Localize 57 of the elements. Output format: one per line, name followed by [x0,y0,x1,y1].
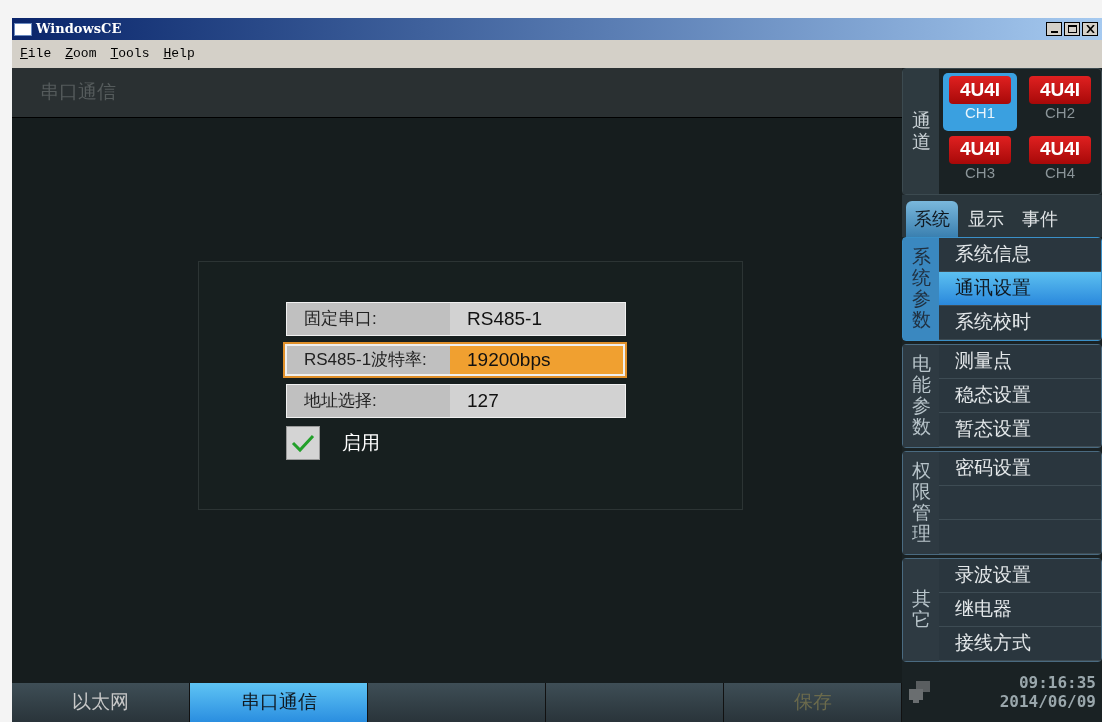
menu-item[interactable]: Tools [110,44,150,64]
clock-date: 2014/06/09 [999,692,1096,711]
checkmark-icon [291,433,315,453]
channel-button[interactable]: 4U4I CH3 [943,132,1017,190]
menu-list-item[interactable]: 通讯设置 [939,272,1101,306]
channel-badge: 4U4I [1029,135,1091,164]
tab[interactable]: 事件 [1014,201,1066,237]
window-icon [14,22,32,36]
field-label: 固定串口: [304,308,377,331]
channel-sidebar-label: 通道 [903,69,939,194]
maximize-button[interactable] [1064,22,1080,36]
bottom-tab[interactable]: 以太网 [12,683,190,722]
menu-list-item[interactable]: 系统校时 [939,306,1101,340]
channel-button[interactable]: 4U4I CH4 [1023,132,1097,190]
group-label: 系统参数 [903,238,939,340]
menu-list-item[interactable]: 测量点 [939,345,1101,379]
form-row[interactable]: RS485-1波特率: 19200bps [283,342,627,378]
group-label: 权限管理 [903,452,939,554]
field-label: RS485-1波特率: [304,349,427,372]
form-row[interactable]: 固定串口: RS485-1 [286,302,626,336]
channel-name: CH4 [1045,163,1075,182]
field-value: 19200bps [467,347,551,372]
channel-button[interactable]: 4U4I CH2 [1023,73,1097,131]
group-label: 其它 [903,559,939,661]
menu-list-item[interactable]: 稳态设置 [939,379,1101,413]
form-row[interactable]: 地址选择: 127 [286,384,626,418]
field-value: 127 [467,388,499,413]
channel-name: CH2 [1045,104,1075,122]
menu-item[interactable]: Help [163,44,195,64]
channel-badge: 4U4I [949,135,1011,164]
network-icon [908,680,932,704]
menu-item[interactable]: Zoom [65,44,97,64]
channel-badge: 4U4I [949,76,1011,104]
minimize-button[interactable] [1046,22,1062,36]
channel-name: CH1 [965,104,995,122]
group-label: 电能参数 [903,345,939,447]
checkbox[interactable] [286,426,320,460]
bottom-tab[interactable] [368,683,546,722]
field-label: 地址选择: [304,390,377,413]
menu-item[interactable]: File [20,44,52,64]
window-title: WindowsCE [36,20,122,39]
menu-list-item[interactable]: 继电器 [939,593,1101,627]
menu-list-item[interactable]: 接线方式 [939,627,1101,661]
channel-badge: 4U4I [1029,76,1091,104]
bottom-tab[interactable] [546,683,724,722]
close-button[interactable] [1082,22,1098,36]
clock-time: 09:16:35 [1018,673,1096,692]
channel-name: CH3 [965,163,995,182]
bottom-tab[interactable]: 串口通信 [190,683,368,722]
close-icon [1085,25,1095,33]
tab[interactable]: 系统 [906,201,958,237]
menu-list-item[interactable]: 暂态设置 [939,413,1101,447]
field-value: RS485-1 [467,306,542,331]
checkbox-label: 启用 [342,430,380,455]
channel-button[interactable]: 4U4I CH1 [943,73,1017,131]
menu-list-item[interactable]: 录波设置 [939,559,1101,593]
tab[interactable]: 显示 [960,201,1012,237]
